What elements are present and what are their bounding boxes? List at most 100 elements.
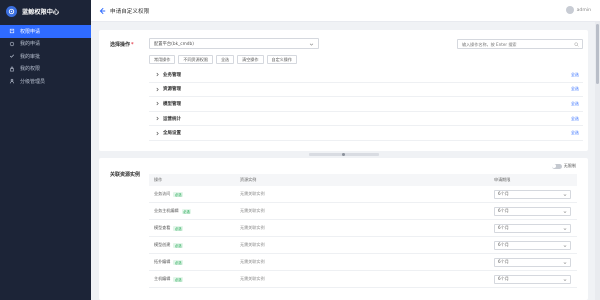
module-list: 业务管理 全选 资源管理 全选 模型管理 全选 运营统计 全选 全局设置 全选 (149, 68, 583, 141)
my-perm-icon (8, 65, 15, 72)
chevron-down-icon (563, 244, 567, 247)
duration-select[interactable]: 6个月 (494, 189, 571, 199)
scrollbar-thumb[interactable] (596, 24, 599, 84)
duration-select[interactable]: 6个月 (494, 206, 571, 216)
module-row[interactable]: 运营统计 全选 (149, 112, 583, 127)
search-input[interactable] (462, 41, 562, 47)
ops-tab-4[interactable]: 自定义操作 (266, 55, 297, 64)
row-op: 主机编辑 必选 (154, 276, 184, 282)
sidebar: 蓝鲸权限中心 权限申请我的申请我的审批我的权限分级管理员 (0, 0, 91, 300)
my-apply-icon (8, 40, 15, 47)
chevron-right-icon[interactable] (155, 87, 160, 92)
row-resource: 无需关联实例 (240, 276, 265, 281)
row-resource: 无需关联实例 (240, 259, 265, 264)
sidebar-item-label: 我的权限 (20, 66, 41, 73)
module-row[interactable]: 模型管理 全选 (149, 97, 583, 112)
row-op: 模型查看 必选 (154, 225, 184, 231)
table-row: 业务访问 必选 无需关联实例 6个月 (149, 186, 577, 203)
sidebar-item-1[interactable]: 我的申请 (0, 38, 91, 51)
chevron-down-icon (563, 210, 567, 213)
assoc-label: 关联资源实例 (110, 172, 141, 178)
module-select-all-link[interactable]: 全选 (571, 72, 579, 78)
user-menu[interactable]: admin (565, 6, 591, 14)
ops-tab-2[interactable]: 全选 (215, 55, 235, 64)
chevron-down-icon (563, 193, 567, 196)
table-row: 主机编辑 必选 无需关联实例 6个月 (149, 271, 577, 288)
search-box[interactable] (457, 39, 583, 49)
page-title: 申请自定义权限 (110, 8, 150, 15)
logo-icon (6, 5, 17, 17)
user-name: admin (576, 7, 591, 13)
chevron-right-icon[interactable] (155, 101, 160, 106)
row-op: 拓扑编辑 必选 (154, 259, 184, 265)
chevron-right-icon[interactable] (155, 116, 160, 121)
system-select[interactable]: 配置平台(bk_cmdb) (149, 38, 319, 49)
approval-icon (8, 53, 15, 60)
grade-admin-icon (8, 78, 15, 85)
duration-select[interactable]: 6个月 (494, 240, 571, 250)
table-row: 拓扑编辑 必选 无需关联实例 6个月 (149, 254, 577, 271)
table-row: 业务主机编辑 必选 无需关联实例 6个月 (149, 203, 577, 220)
row-resource: 无需关联实例 (240, 191, 265, 196)
module-name: 全局设置 (163, 131, 181, 137)
table-row: 模型查看 必选 无需关联实例 6个月 (149, 220, 577, 237)
collapse-handle[interactable] (309, 153, 379, 156)
search-icon[interactable] (574, 42, 579, 47)
resource-card: 关联资源实例 无限制 操作 资源实例 申请期限 业务访问 必选 无需关联实例 6个月业… (99, 158, 588, 300)
module-row[interactable]: 全局设置 全选 (149, 126, 583, 141)
required-badge: 必选 (173, 242, 184, 248)
row-resource: 无需关联实例 (240, 225, 265, 230)
ops-tab-0[interactable]: 常用操作 (149, 55, 176, 64)
ops-tab-1[interactable]: 不同资源权限 (178, 55, 213, 64)
module-row[interactable]: 资源管理 全选 (149, 83, 583, 98)
unlimited-toggle[interactable]: 无限制 (551, 163, 576, 169)
toggle-label: 无限制 (563, 163, 576, 168)
toggle-switch[interactable] (551, 163, 562, 169)
chevron-right-icon[interactable] (155, 131, 160, 136)
module-row[interactable]: 业务管理 全选 (149, 68, 583, 83)
module-select-all-link[interactable]: 全选 (571, 130, 579, 136)
required-badge: 必选 (173, 225, 184, 231)
system-select-value: 配置平台(bk_cmdb) (154, 41, 194, 47)
sidebar-item-label: 权限申请 (20, 28, 41, 35)
duration-select[interactable]: 6个月 (494, 274, 571, 284)
module-select-all-link[interactable]: 全选 (571, 101, 579, 107)
module-select-all-link[interactable]: 全选 (571, 86, 579, 92)
required-badge: 必选 (173, 276, 184, 282)
operation-card: 选择操作* 配置平台(bk_cmdb) 常用操作不同资源权限全选清空操作自定义操… (99, 30, 588, 151)
sidebar-item-0[interactable]: 权限申请 (0, 25, 91, 38)
chevron-down-icon (563, 261, 567, 264)
sidebar-item-label: 我的申请 (20, 41, 41, 48)
required-badge: 必选 (181, 208, 192, 214)
sidebar-item-label: 分级管理员 (20, 78, 46, 85)
ops-tabs: 常用操作 不同资源权限 全选 清空操作 自定义操作 (149, 55, 300, 64)
chevron-down-icon (563, 227, 567, 230)
module-select-all-link[interactable]: 全选 (571, 116, 579, 122)
chevron-down-icon (563, 278, 567, 281)
table-header: 操作 资源实例 申请期限 (149, 174, 577, 186)
col-resource: 资源实例 (240, 177, 257, 182)
module-name: 资源管理 (163, 87, 181, 93)
back-arrow-icon[interactable] (98, 7, 106, 15)
brand[interactable]: 蓝鲸权限中心 (0, 0, 91, 22)
chevron-right-icon[interactable] (155, 72, 160, 77)
col-op: 操作 (154, 177, 163, 182)
row-op: 业务访问 必选 (154, 191, 184, 197)
sidebar-item-3[interactable]: 我的权限 (0, 63, 91, 76)
duration-select[interactable]: 6个月 (494, 223, 571, 233)
avatar (565, 6, 574, 14)
apply-icon (8, 28, 15, 35)
table-row: 模型创建 必选 无需关联实例 6个月 (149, 237, 577, 254)
sidebar-item-4[interactable]: 分级管理员 (0, 75, 91, 88)
duration-select[interactable]: 6个月 (494, 257, 571, 267)
sidebar-item-2[interactable]: 我的审批 (0, 50, 91, 63)
ops-label: 选择操作* (110, 42, 134, 48)
ops-tab-3[interactable]: 清空操作 (237, 55, 264, 64)
module-name: 运营统计 (163, 116, 181, 122)
topbar: 申请自定义权限 admin (91, 0, 600, 22)
module-name: 模型管理 (163, 101, 181, 107)
module-name: 业务管理 (163, 72, 181, 78)
row-resource: 无需关联实例 (240, 208, 265, 213)
row-resource: 无需关联实例 (240, 242, 265, 247)
required-badge: 必选 (173, 259, 184, 265)
